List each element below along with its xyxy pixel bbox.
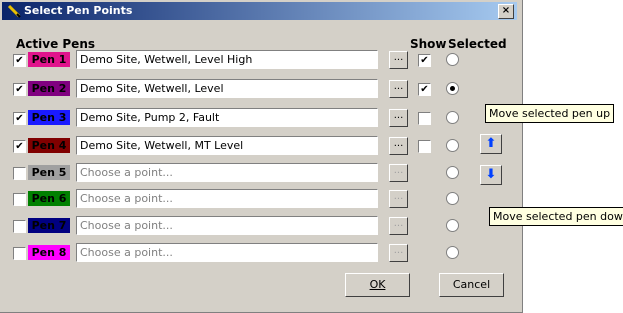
show-checkbox[interactable]: ✔ [418, 54, 431, 67]
move-down-button[interactable]: ⬇ [480, 165, 502, 185]
pen-point-field[interactable]: Demo Site, Pump 2, Fault [76, 108, 378, 127]
pen-enable-checkbox[interactable] [13, 193, 26, 206]
selected-radio[interactable] [446, 246, 459, 259]
move-down-tooltip: Move selected pen down [489, 207, 623, 226]
title-bar: Select Pen Points × [2, 2, 517, 20]
pen-row: ✔ Pen 4 Demo Site, Wetwell, MT Level... [0, 135, 523, 157]
pen-point-field[interactable]: Choose a point... [76, 216, 378, 235]
show-checkbox[interactable]: ✔ [418, 83, 431, 96]
browse-point-button[interactable]: ... [389, 164, 408, 182]
pen-label: Pen 2 [28, 81, 70, 96]
close-button[interactable]: × [498, 4, 514, 19]
pen-label: Pen 1 [28, 52, 70, 67]
pen-point-field[interactable]: Demo Site, Wetwell, MT Level [76, 136, 378, 155]
show-checkbox[interactable] [418, 140, 431, 153]
selected-radio[interactable] [446, 192, 459, 205]
browse-point-button[interactable]: ... [389, 137, 408, 155]
pen-row: Pen 5 Choose a point...... [0, 162, 523, 184]
pen-label: Pen 3 [28, 110, 70, 125]
browse-point-button[interactable]: ... [389, 51, 408, 69]
pen-point-field[interactable]: Demo Site, Wetwell, Level [76, 79, 378, 98]
down-arrow-icon: ⬇ [485, 167, 497, 182]
pen-row: Pen 6 Choose a point...... [0, 188, 523, 210]
ok-label: OK [369, 278, 386, 291]
move-up-button[interactable]: ⬆ [480, 134, 502, 154]
pen-label: Pen 5 [28, 165, 70, 180]
pen-label: Pen 7 [28, 218, 70, 233]
pen-row: ✔ Pen 1 Demo Site, Wetwell, Level High... ✔ [0, 49, 523, 71]
pen-row: ✔ Pen 2 Demo Site, Wetwell, Level... ✔ [0, 78, 523, 100]
browse-point-button[interactable]: ... [389, 80, 408, 98]
cancel-label: Cancel [452, 278, 491, 291]
pen-enable-checkbox[interactable] [13, 247, 26, 260]
move-up-tooltip: Move selected pen up [485, 104, 615, 123]
selected-radio[interactable] [446, 219, 459, 232]
pen-label: Pen 8 [28, 245, 70, 260]
up-arrow-icon: ⬆ [485, 136, 497, 151]
pen-point-field[interactable]: Choose a point... [76, 189, 378, 208]
pen-row: ✔ Pen 3 Demo Site, Pump 2, Fault... [0, 107, 523, 129]
pen-point-field[interactable]: Demo Site, Wetwell, Level High [76, 50, 378, 69]
browse-point-button[interactable]: ... [389, 217, 408, 235]
show-checkbox[interactable] [418, 112, 431, 125]
selected-radio[interactable] [446, 53, 459, 66]
cancel-button[interactable]: Cancel [439, 273, 504, 297]
pen-icon [7, 4, 21, 18]
pen-enable-checkbox[interactable]: ✔ [13, 112, 26, 125]
pen-enable-checkbox[interactable]: ✔ [13, 83, 26, 96]
pen-label: Pen 6 [28, 191, 70, 206]
pen-enable-checkbox[interactable] [13, 167, 26, 180]
browse-point-button[interactable]: ... [389, 109, 408, 127]
selected-radio[interactable] [446, 82, 459, 95]
selected-radio[interactable] [446, 139, 459, 152]
pen-row: Pen 7 Choose a point...... [0, 215, 523, 237]
pen-point-field[interactable]: Choose a point... [76, 163, 378, 182]
selected-radio[interactable] [446, 166, 459, 179]
browse-point-button[interactable]: ... [389, 190, 408, 208]
radio-dot [450, 86, 455, 91]
select-pen-points-dialog: Select Pen Points × Active Pens Show Sel… [0, 0, 523, 313]
selected-radio[interactable] [446, 111, 459, 124]
pen-enable-checkbox[interactable] [13, 220, 26, 233]
pen-point-field[interactable]: Choose a point... [76, 243, 378, 262]
browse-point-button[interactable]: ... [389, 244, 408, 262]
ok-button[interactable]: OK [345, 273, 410, 297]
pen-label: Pen 4 [28, 138, 70, 153]
pen-enable-checkbox[interactable]: ✔ [13, 140, 26, 153]
pen-enable-checkbox[interactable]: ✔ [13, 54, 26, 67]
window-title: Select Pen Points [24, 4, 133, 17]
pen-row: Pen 8 Choose a point...... [0, 242, 523, 264]
